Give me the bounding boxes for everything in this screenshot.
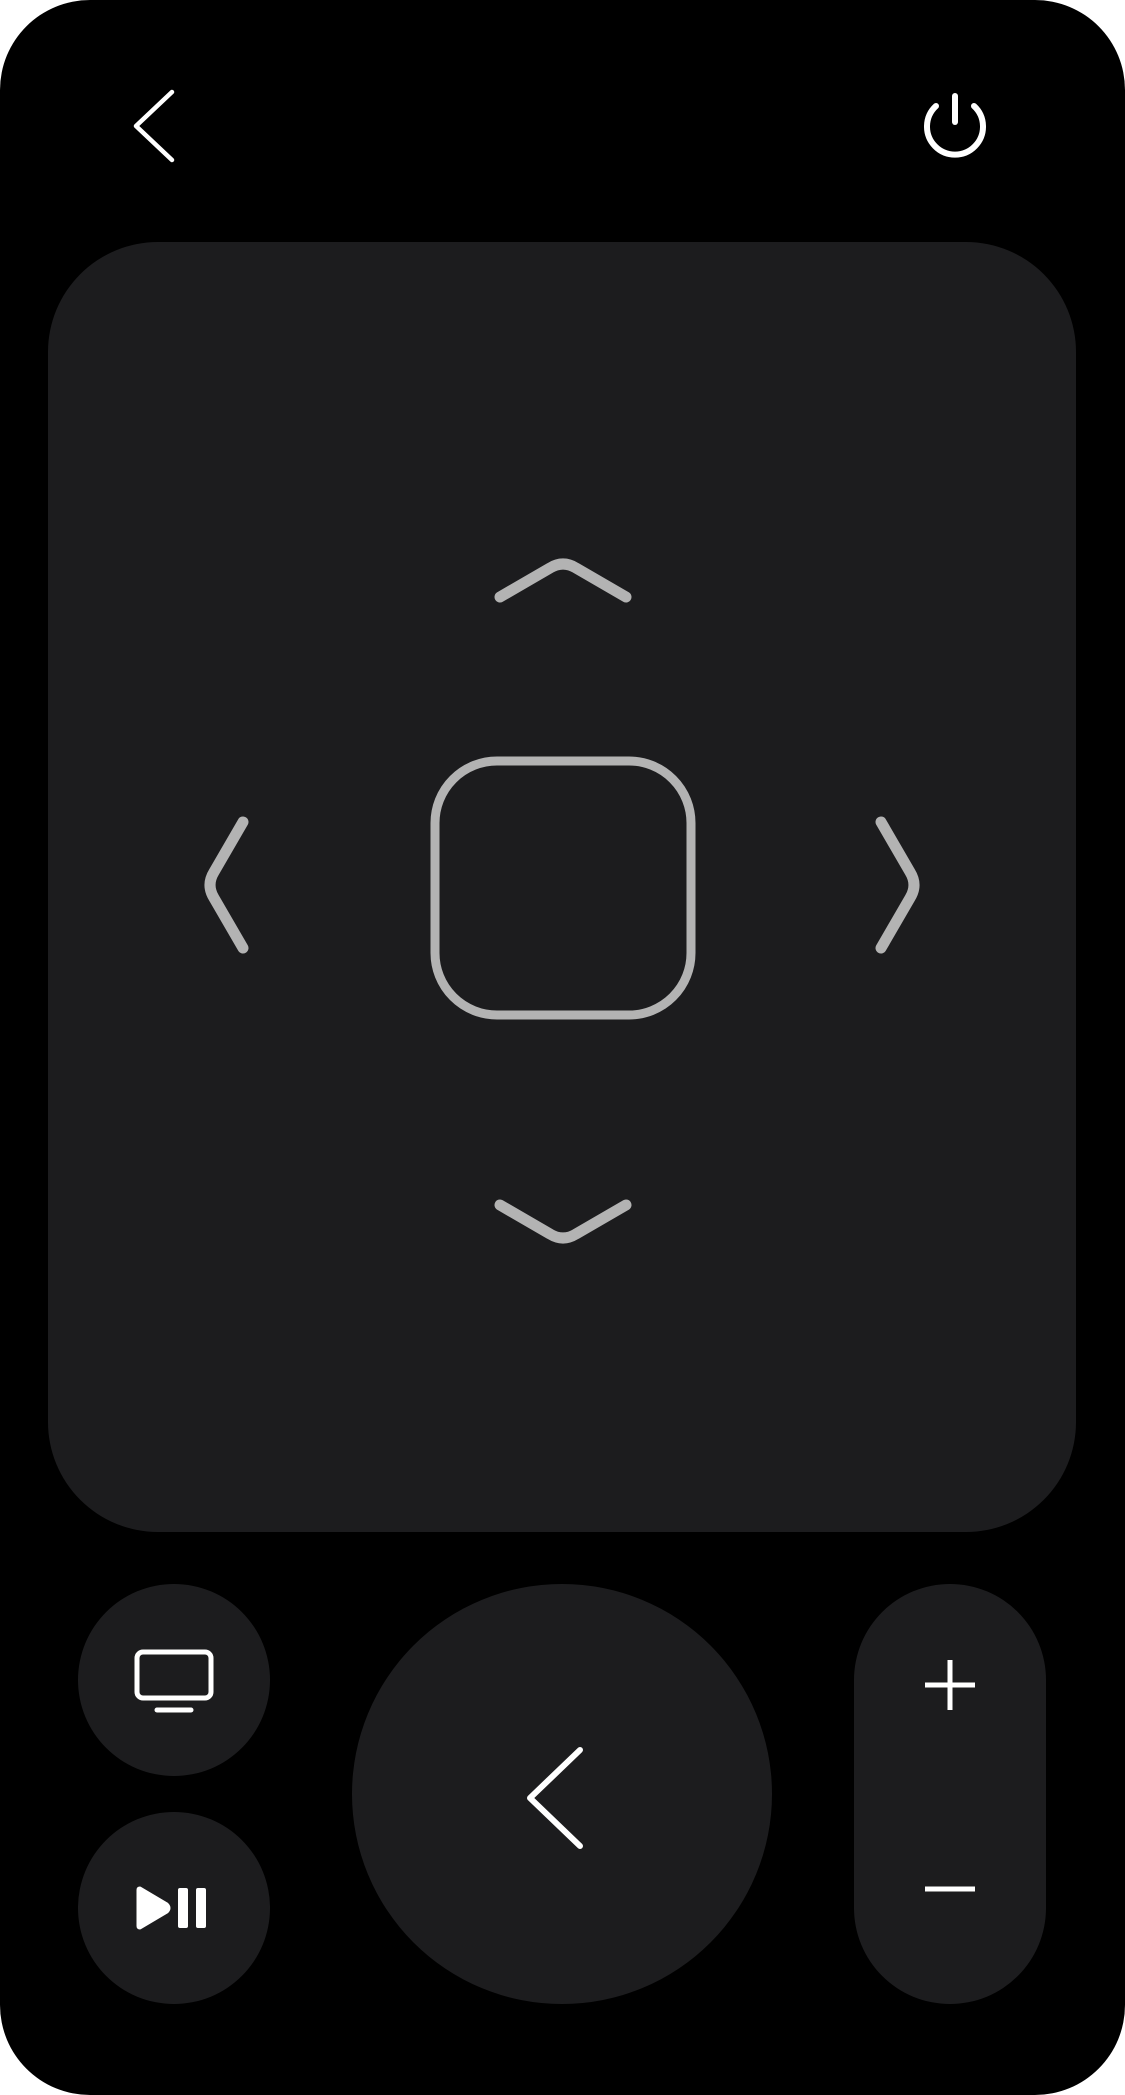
plus-icon	[925, 1660, 975, 1710]
play-pause-button[interactable]	[78, 1812, 270, 2004]
play-pause-icon	[136, 1886, 206, 1930]
chevron-down-icon	[494, 1199, 632, 1244]
volume-down-button[interactable]	[854, 1804, 1046, 2004]
tv-button[interactable]	[78, 1584, 270, 1776]
tv-icon	[134, 1649, 214, 1713]
chevron-left-icon	[527, 1747, 583, 1849]
volume-up-button[interactable]	[854, 1584, 1046, 1784]
chevron-up-icon	[494, 558, 632, 603]
dpad-up-button[interactable]	[488, 522, 638, 622]
back-button[interactable]	[128, 86, 180, 166]
dpad-left-button[interactable]	[188, 810, 288, 960]
dpad-right-button[interactable]	[836, 810, 936, 960]
rounded-square-icon	[430, 756, 696, 1020]
minus-icon	[925, 1886, 975, 1892]
power-button[interactable]	[920, 90, 990, 162]
power-icon	[924, 93, 986, 158]
dpad-select-button[interactable]	[429, 755, 697, 1021]
dpad-down-button[interactable]	[488, 1180, 638, 1280]
chevron-left-icon	[133, 89, 175, 163]
chevron-left-icon	[204, 816, 249, 954]
chevron-right-icon	[875, 816, 920, 954]
menu-back-button[interactable]	[352, 1584, 772, 2004]
volume-rocker	[854, 1584, 1046, 2004]
clickpad[interactable]	[48, 242, 1076, 1532]
remote-screen	[0, 0, 1125, 2095]
